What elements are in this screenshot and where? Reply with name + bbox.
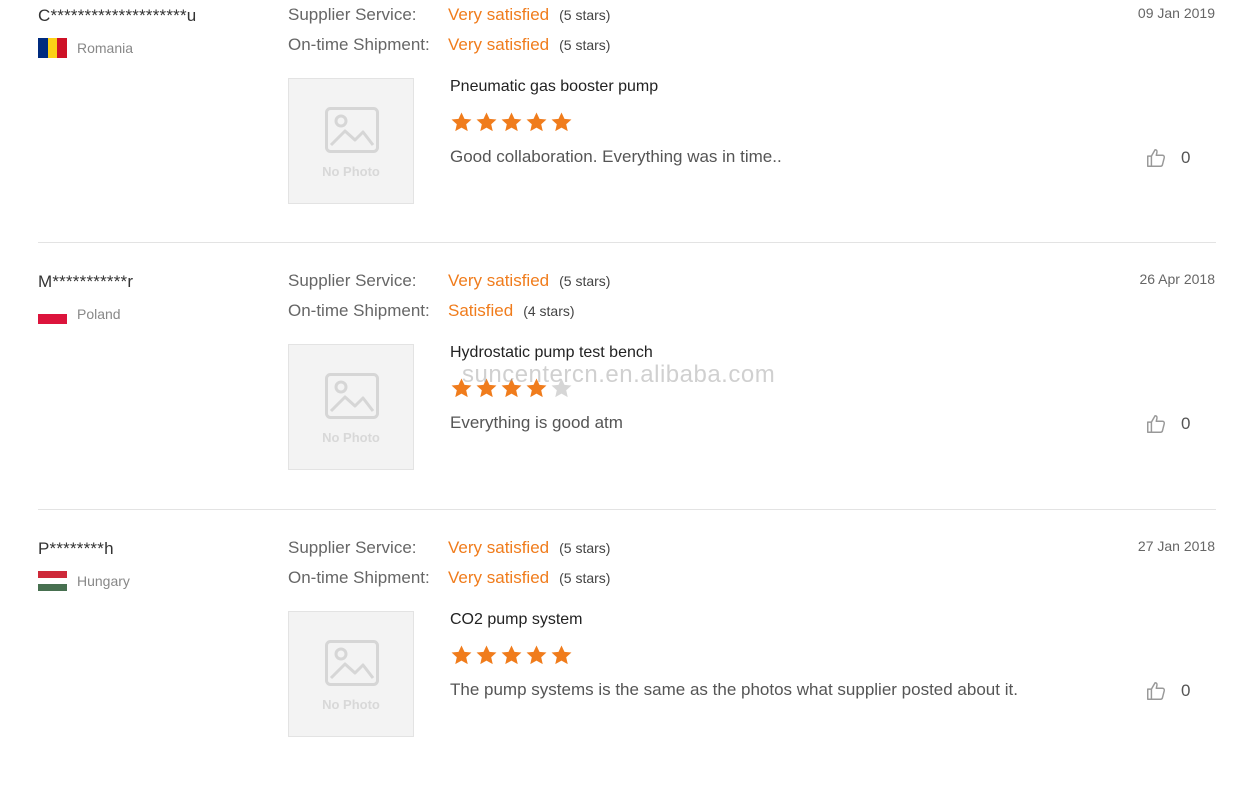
star-filled-icon [501,112,522,132]
reviewer-country: Hungary [38,571,130,592]
ontime-shipment-value: Very satisfied [448,568,550,587]
ontime-shipment-value: Satisfied [448,301,514,320]
ontime-shipment-stars: (4 stars) [523,303,575,319]
product-rating-stars [450,377,573,400]
supplier-service-value: Very satisfied [448,271,550,290]
reviewer-country: Romania [38,38,133,58]
review-text: The pump systems is the same as the phot… [450,680,1018,699]
review-text: Everything is good atm [450,413,623,432]
ontime-shipment-stars: (5 stars) [559,570,611,586]
thumbs-up-icon [1147,149,1166,167]
image-placeholder-icon [325,373,379,419]
like-button[interactable]: 0 [1145,147,1190,169]
star-filled-icon [526,378,547,398]
like-count: 0 [1181,148,1191,167]
review-divider [38,242,1216,243]
star-filled-icon [451,645,472,665]
review-divider [38,509,1216,510]
supplier-service-stars: (5 stars) [559,540,611,556]
review-date: 26 Apr 2018 [1139,271,1215,287]
ontime-shipment-stars: (5 stars) [559,37,611,53]
product-rating-stars [450,644,573,667]
like-count: 0 [1181,414,1191,433]
review-item: P********h Hungary Supplier Service: Ver… [0,533,1239,799]
ontime-shipment-rating: On-time Shipment: Satisfied (4 stars) [288,299,575,323]
hungary-flag-icon [38,571,67,592]
product-photo[interactable]: No Photo [288,78,414,204]
supplier-service-rating: Supplier Service: Very satisfied (5 star… [288,3,610,27]
like-count: 0 [1181,681,1191,700]
supplier-service-label: Supplier Service: [288,538,417,557]
product-rating-stars [450,111,573,134]
reviewer-name: P********h [38,539,114,558]
supplier-service-stars: (5 stars) [559,273,611,289]
reviewer-name: C********************u [38,6,197,25]
star-filled-icon [476,645,497,665]
thumbs-up-icon [1147,415,1166,433]
image-placeholder-icon [325,640,379,686]
product-name[interactable]: CO2 pump system [450,611,582,629]
no-photo-text: No Photo [322,430,380,445]
ontime-shipment-label: On-time Shipment: [288,35,430,54]
star-empty-icon [551,378,572,398]
supplier-service-rating: Supplier Service: Very satisfied (5 star… [288,536,610,560]
review-item: C********************u Romania Supplier … [0,0,1239,266]
ontime-shipment-rating: On-time Shipment: Very satisfied (5 star… [288,566,610,590]
product-name[interactable]: Pneumatic gas booster pump [450,78,658,96]
supplier-service-label: Supplier Service: [288,271,417,290]
supplier-service-value: Very satisfied [448,538,550,557]
review-date: 27 Jan 2018 [1137,538,1215,554]
reviewer-country: Poland [38,304,121,324]
star-filled-icon [551,112,572,132]
star-filled-icon [451,112,472,132]
ontime-shipment-rating: On-time Shipment: Very satisfied (5 star… [288,33,610,57]
supplier-service-stars: (5 stars) [559,7,611,23]
review-date: 09 Jan 2019 [1137,5,1215,21]
romania-flag-icon [38,38,68,58]
country-name: Romania [77,40,134,56]
ontime-shipment-label: On-time Shipment: [288,568,430,587]
star-filled-icon [551,645,572,665]
poland-flag-icon [38,304,67,324]
like-button[interactable]: 0 [1145,680,1190,702]
star-filled-icon [526,645,547,665]
ontime-shipment-label: On-time Shipment: [288,301,430,320]
star-filled-icon [476,378,497,398]
star-filled-icon [451,378,472,398]
country-name: Hungary [77,573,130,589]
star-filled-icon [476,112,497,132]
review-item: M***********r Poland Supplier Service: V… [0,266,1239,532]
supplier-service-label: Supplier Service: [288,5,417,24]
star-filled-icon [501,645,522,665]
review-text: Good collaboration. Everything was in ti… [450,147,782,166]
no-photo-text: No Photo [322,164,380,179]
ontime-shipment-value: Very satisfied [448,35,550,54]
product-photo[interactable]: No Photo [288,344,414,470]
supplier-service-rating: Supplier Service: Very satisfied (5 star… [288,269,610,293]
product-photo[interactable]: No Photo [288,611,414,737]
country-name: Poland [77,306,121,322]
no-photo-text: No Photo [322,697,380,712]
star-filled-icon [501,378,522,398]
product-name[interactable]: Hydrostatic pump test bench [450,344,653,362]
reviewer-name: M***********r [38,272,134,291]
thumbs-up-icon [1147,682,1166,700]
image-placeholder-icon [325,107,379,153]
like-button[interactable]: 0 [1145,413,1190,435]
supplier-service-value: Very satisfied [448,5,550,24]
star-filled-icon [526,112,547,132]
